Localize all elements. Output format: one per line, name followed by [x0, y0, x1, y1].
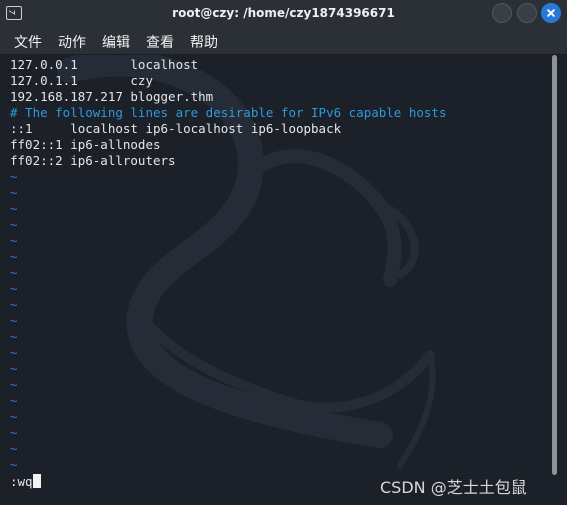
menu-file[interactable]: 文件: [14, 32, 42, 52]
empty-line-marker: ~: [10, 393, 18, 408]
menu-help[interactable]: 帮助: [190, 32, 218, 52]
empty-line-marker: ~: [10, 249, 18, 264]
empty-line-marker: ~: [10, 185, 18, 200]
empty-line-marker: ~: [10, 329, 18, 344]
text-cursor: [32, 474, 41, 488]
maximize-button[interactable]: [517, 3, 537, 23]
empty-line-marker: ~: [10, 361, 18, 376]
comment-line: # The following lines are desirable for …: [10, 105, 447, 120]
vim-command-line[interactable]: :wq: [10, 474, 41, 490]
menu-actions[interactable]: 动作: [58, 32, 86, 52]
file-content: 127.0.0.1 localhost 127.0.1.1 czy 192.168.…: [10, 57, 447, 473]
terminal-window: root@czy: /home/czy1874396671 文件 动作 编辑 查…: [0, 0, 567, 505]
empty-line-marker: ~: [10, 169, 18, 184]
text-line: 127.0.1.1 czy: [10, 73, 153, 88]
empty-line-marker: ~: [10, 425, 18, 440]
text-line: ::1 localhost ip6-localhost ip6-loopback: [10, 121, 342, 136]
empty-line-marker: ~: [10, 201, 18, 216]
command-text: :wq: [10, 474, 33, 489]
empty-line-marker: ~: [10, 265, 18, 280]
close-button[interactable]: [541, 3, 561, 23]
window-title: root@czy: /home/czy1874396671: [172, 6, 395, 20]
text-line: 127.0.0.1 localhost: [10, 57, 199, 72]
scrollbar-thumb[interactable]: [552, 55, 557, 475]
menu-bar: 文件 动作 编辑 查看 帮助: [0, 28, 567, 55]
empty-line-marker: ~: [10, 281, 18, 296]
empty-line-marker: ~: [10, 377, 18, 392]
empty-line-marker: ~: [10, 313, 18, 328]
empty-line-marker: ~: [10, 345, 18, 360]
empty-line-marker: ~: [10, 233, 18, 248]
csdn-watermark: CSDN @芝士土包鼠: [380, 478, 527, 497]
menu-edit[interactable]: 编辑: [102, 32, 130, 52]
text-line: ff02::1 ip6-allnodes: [10, 137, 161, 152]
scrollbar[interactable]: [548, 55, 567, 505]
empty-line-marker: ~: [10, 297, 18, 312]
empty-line-marker: ~: [10, 217, 18, 232]
menu-view[interactable]: 查看: [146, 32, 174, 52]
title-bar[interactable]: root@czy: /home/czy1874396671: [0, 0, 567, 29]
text-line: 192.168.187.217 blogger.thm: [10, 89, 214, 104]
empty-line-marker: ~: [10, 441, 18, 456]
terminal-area[interactable]: 127.0.0.1 localhost 127.0.1.1 czy 192.168.…: [0, 55, 548, 505]
empty-line-marker: ~: [10, 409, 18, 424]
text-line: ff02::2 ip6-allrouters: [10, 153, 176, 168]
empty-line-marker: ~: [10, 457, 18, 472]
minimize-button[interactable]: [492, 3, 512, 23]
